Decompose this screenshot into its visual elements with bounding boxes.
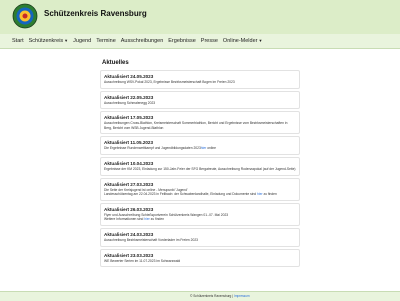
impressum-link[interactable]: Impressum [234,294,250,298]
news-text: Ausschreibung WSV-Pokal 2023, Ergebnisse… [104,80,235,84]
nav-item-label: Online-Melder [222,38,258,44]
footer-copyright: © Schützenkreis Ravensburg | [190,294,234,298]
news-item: Aktualisiert 23.03.2023 WE Bewerter Serie… [100,248,300,268]
nav-item-label: Ausschreibungen [120,38,164,44]
nav-item-jugend[interactable]: Jugend [73,38,91,44]
news-item: Aktualisiert 22.05.2023 Ausschreibung Sch… [100,90,300,110]
news-text: Ausschreibungen Cross-Biathlon, Kreismei… [104,121,288,130]
news-text-after: zu finden [149,217,165,222]
nav-item-label: Presse [200,38,218,44]
nav-item-label: Termine [96,38,116,44]
footer-text: © Schützenkreis Ravensburg | Impressum [190,294,250,298]
news-item: Aktualisiert 24.03.2023 Ausschreibung Bez… [100,227,300,247]
news-text: Die Seite der Kreisjugend ist online - M… [104,187,188,192]
nav-item-label: Start [12,38,24,44]
news-text: Flyer und Ausschreibung Schießsportverei… [104,212,229,217]
nav-item-label: Schützenkreis [28,38,64,44]
news-text: Ausschreibung Schmalenegg 2023 [104,100,156,105]
news-item: Aktualisiert 26.03.2023 Flyer und Ausschr… [100,202,300,226]
section-heading: Aktuelles [102,60,129,66]
news-item-text: Ausschreibung Bezirksmeisterschaft Vorde… [104,238,296,243]
nav-item-ergebnisse[interactable]: Ergebnisse [168,38,196,44]
nav-item-online-melder[interactable]: Online-Melder▼ [223,38,263,44]
news-item-text: Ausschreibung WSV-Pokal 2023, Ergebnisse… [104,80,296,85]
news-text: Die Ergebnisse Rundenwettkampf und Jugen… [104,146,201,151]
nav-item-termine[interactable]: Termine [96,38,116,44]
news-item-text: Ergebnisse der KM 2023, Einladung zur 15… [104,167,296,172]
nav-item-label: Jugend [73,38,92,44]
news-item: Aktualisiert 11.05.2023 Die Ergebnisse Ru… [100,136,300,155]
news-item-text: Ausschreibungen Cross-Biathlon, Kreismei… [104,121,296,130]
news-text-after: online [206,146,216,151]
news-text: Weitere Informationen sind [104,217,145,222]
site-title: Schützenkreis Ravensburg [44,9,147,18]
news-text: Landesschützentag am 22.04.2023 in Fellb… [104,192,258,197]
news-item-text: Weitere Informationen sind hier zu finde… [104,217,296,222]
nav-item-schützenkreis[interactable]: Schützenkreis▼ [29,38,69,44]
news-text: Ausschreibung Bezirksmeisterschaft Vorde… [104,237,199,242]
nav-item-ausschreibungen[interactable]: Ausschreibungen [121,38,164,44]
main-content: Aktuelles Aktualisiert 24.05.2023 Ausschr… [100,60,300,269]
chevron-down-icon: ▼ [64,38,69,43]
nav-item-presse[interactable]: Presse [201,38,218,44]
news-item: Aktualisiert 24.05.2023 Ausschreibung WSV… [100,70,300,89]
main-nav: Start Schützenkreis▼ Jugend Termine Ausschre… [12,38,262,44]
news-item: Aktualisiert 27.03.2023 Die Seite der Kre… [100,177,300,201]
chevron-down-icon: ▼ [258,38,263,43]
news-item-text: WE Bewerter Serien im 11.07.2023 im Schw… [104,259,296,264]
news-item-text: Die Ergebnisse Rundenwettkampf und Jugen… [104,146,296,151]
news-text-after: zu finden [262,192,277,197]
nav-item-start[interactable]: Start [12,38,24,44]
news-item: Aktualisiert 10.04.2023 Ergebnisse der KM… [100,156,300,176]
news-text: WE Bewerter Serien im 11.07.2023 im Schw… [104,258,181,263]
news-item-text: Ausschreibung Schmalenegg 2023 [104,101,296,106]
nav-item-label: Ergebnisse [168,38,196,44]
news-text: Ergebnisse der KM 2023, Einladung zur 15… [104,166,296,171]
news-list: Aktualisiert 24.05.2023 Ausschreibung WSV… [100,70,300,268]
news-item: Aktualisiert 17.05.2023 Ausschreibungen C… [100,111,300,135]
news-item-text: Landesschützentag am 22.04.2023 in Fellb… [104,192,296,197]
logo-icon[interactable] [12,3,38,29]
